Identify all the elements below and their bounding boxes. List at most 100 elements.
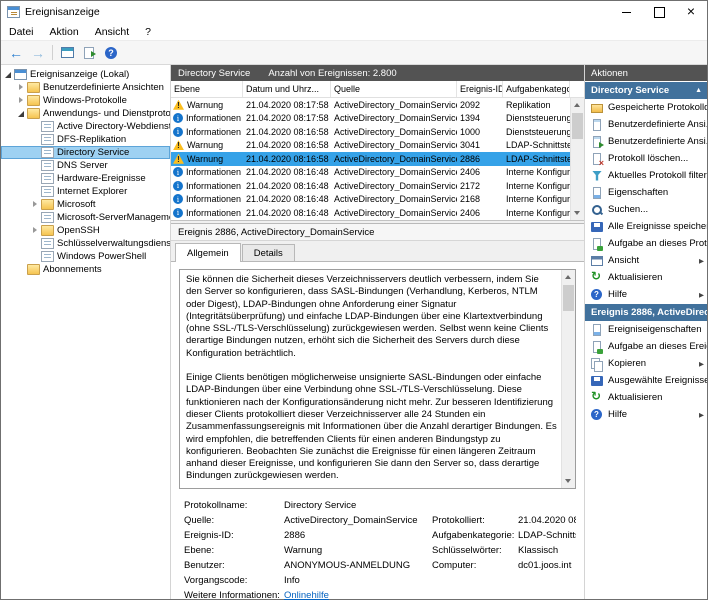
column-datum[interactable]: Datum und Uhrz... <box>243 81 331 97</box>
menu-aktion[interactable]: Aktion <box>42 26 87 38</box>
tree-item[interactable]: Schlüsselverwaltungsdienst <box>1 237 170 250</box>
expander-icon[interactable] <box>31 135 40 144</box>
scroll-up-button[interactable] <box>562 270 575 284</box>
menu-ansicht[interactable]: Ansicht <box>87 26 137 38</box>
action-item[interactable]: Aufgabe an dieses Ereig... ▶ <box>585 338 707 355</box>
expander-icon[interactable] <box>31 200 40 209</box>
actions-section-event-2886[interactable]: Ereignis 2886, ActiveDirector... ▲ <box>585 304 707 321</box>
event-count: Anzahl von Ereignissen: 2.800 <box>268 67 397 79</box>
column-ebene[interactable]: Ebene <box>171 81 243 97</box>
tree-item[interactable]: Active Directory-Webdienste <box>1 120 170 133</box>
action-item[interactable]: Benutzerdefinierte Ansi... ▶ <box>585 133 707 150</box>
expander-icon[interactable] <box>31 174 40 183</box>
event-row[interactable]: Informationen 21.04.2020 08:16:58 Active… <box>171 125 570 139</box>
event-date: 21.04.2020 08:17:58 <box>246 99 329 110</box>
event-list-scrollbar[interactable] <box>570 98 584 220</box>
expander-icon[interactable] <box>31 213 40 222</box>
minimize-button[interactable] <box>611 1 643 23</box>
expander-icon[interactable] <box>31 148 40 157</box>
tree-item[interactable]: Benutzerdefinierte Ansichten <box>1 81 170 94</box>
console-tree-button[interactable] <box>56 43 78 63</box>
collapse-icon[interactable]: ▲ <box>695 87 702 94</box>
event-row[interactable]: Informationen 21.04.2020 08:16:48 Active… <box>171 179 570 193</box>
back-button[interactable] <box>5 43 27 63</box>
action-item[interactable]: Ansicht ▶ <box>585 252 707 269</box>
action-item[interactable]: Aufgabe an dieses Prot... ▶ <box>585 235 707 252</box>
tree-item[interactable]: OpenSSH <box>1 224 170 237</box>
column-ereignis-id[interactable]: Ereignis-ID <box>457 81 503 97</box>
event-viewer-window: Ereignisanzeige Datei Aktion Ansicht ? <box>0 0 708 600</box>
action-item[interactable]: Kopieren ▶ <box>585 355 707 372</box>
tree-item-label: Microsoft-ServerManagementExp... <box>57 212 170 223</box>
column-aufgabenkategorie[interactable]: Aufgabenkategorie <box>503 81 570 97</box>
action-item[interactable]: Aktualisieren ▶ <box>585 269 707 286</box>
tree-item[interactable]: Windows-Protokolle <box>1 94 170 107</box>
tree-item[interactable]: DNS Server <box>1 159 170 172</box>
tree-item[interactable]: DFS-Replikation <box>1 133 170 146</box>
submenu-arrow-icon: ▶ <box>699 360 704 368</box>
action-item[interactable]: Benutzerdefinierte Ansi... ▶ <box>585 116 707 133</box>
action-item[interactable]: Aktualisieren ▶ <box>585 389 707 406</box>
action-item[interactable]: Alle Ereignisse speicher... ▶ <box>585 218 707 235</box>
action-item[interactable]: Protokoll löschen... ▶ <box>585 150 707 167</box>
action-item[interactable]: Ereigniseigenschaften ▶ <box>585 321 707 338</box>
forward-button[interactable] <box>27 43 49 63</box>
tab-allgemein[interactable]: Allgemein <box>175 243 241 262</box>
tree-item[interactable]: Hardware-Ereignisse <box>1 172 170 185</box>
event-category: Interne Konfiguration <box>506 194 570 205</box>
scroll-down-button[interactable] <box>562 474 575 488</box>
action-item[interactable]: Ausgewählte Ereignisse ... ▶ <box>585 372 707 389</box>
expander-icon[interactable] <box>31 226 40 235</box>
event-row[interactable]: Informationen 21.04.2020 08:16:48 Active… <box>171 206 570 220</box>
scroll-up-button[interactable] <box>571 98 584 112</box>
actions-section-directory-service[interactable]: Directory Service ▲ <box>585 82 707 99</box>
action-item[interactable]: Suchen... ▶ <box>585 201 707 218</box>
event-id: 2886 <box>460 153 481 164</box>
scroll-thumb[interactable] <box>563 285 574 311</box>
tree-item[interactable]: Anwendungs- und Dienstprotokolle <box>1 107 170 120</box>
expander-icon[interactable] <box>31 161 40 170</box>
export-list-button[interactable] <box>78 43 100 63</box>
tab-details[interactable]: Details <box>241 244 295 261</box>
action-item[interactable]: Gespeicherte Protokolld... ▶ <box>585 99 707 116</box>
event-level: Informationen <box>186 167 242 178</box>
expander-icon[interactable] <box>31 239 40 248</box>
maximize-button[interactable] <box>643 1 675 23</box>
event-row[interactable]: Informationen 21.04.2020 08:16:48 Active… <box>171 193 570 207</box>
expander-icon[interactable] <box>31 122 40 131</box>
event-row[interactable]: Warnung 21.04.2020 08:16:58 ActiveDirect… <box>171 152 570 166</box>
menu-help[interactable]: ? <box>137 26 159 38</box>
action-item[interactable]: Aktuelles Protokoll filter... ▶ <box>585 167 707 184</box>
expander-icon[interactable] <box>17 109 26 118</box>
event-row[interactable]: Informationen 21.04.2020 08:16:48 Active… <box>171 166 570 180</box>
close-button[interactable] <box>675 1 707 23</box>
action-item[interactable]: Hilfe ▶ <box>585 406 707 423</box>
scroll-down-button[interactable] <box>571 206 584 220</box>
event-row[interactable]: Informationen 21.04.2020 08:17:58 Active… <box>171 112 570 126</box>
description-scrollbar[interactable] <box>561 270 575 488</box>
expander-icon[interactable] <box>17 265 26 274</box>
tree-item[interactable]: Directory Service <box>1 146 170 159</box>
tree-item[interactable]: Windows PowerShell <box>1 250 170 263</box>
help-button[interactable] <box>100 43 122 63</box>
tree-item[interactable]: Abonnements <box>1 263 170 276</box>
action-item[interactable]: Eigenschaften ▶ <box>585 184 707 201</box>
expander-icon[interactable] <box>31 252 40 261</box>
tree-item[interactable]: Microsoft-ServerManagementExp... <box>1 211 170 224</box>
expander-icon[interactable] <box>31 187 40 196</box>
event-row[interactable]: Warnung 21.04.2020 08:16:58 ActiveDirect… <box>171 139 570 153</box>
expander-icon[interactable] <box>4 70 13 79</box>
field-label: Ereignis-ID: <box>184 530 234 541</box>
tree-item[interactable]: Microsoft <box>1 198 170 211</box>
action-item[interactable]: Hilfe ▶ <box>585 286 707 303</box>
tree-item[interactable]: Internet Explorer <box>1 185 170 198</box>
expander-icon[interactable] <box>17 83 26 92</box>
column-quelle[interactable]: Quelle <box>331 81 457 97</box>
scroll-thumb[interactable] <box>572 113 583 139</box>
action-item-icon <box>590 118 604 131</box>
expander-icon[interactable] <box>17 96 26 105</box>
event-row[interactable]: Warnung 21.04.2020 08:17:58 ActiveDirect… <box>171 98 570 112</box>
field-value[interactable]: Onlinehilfe <box>284 590 432 600</box>
tree-item[interactable]: Ereignisanzeige (Lokal) <box>1 68 170 81</box>
menu-datei[interactable]: Datei <box>1 26 42 38</box>
